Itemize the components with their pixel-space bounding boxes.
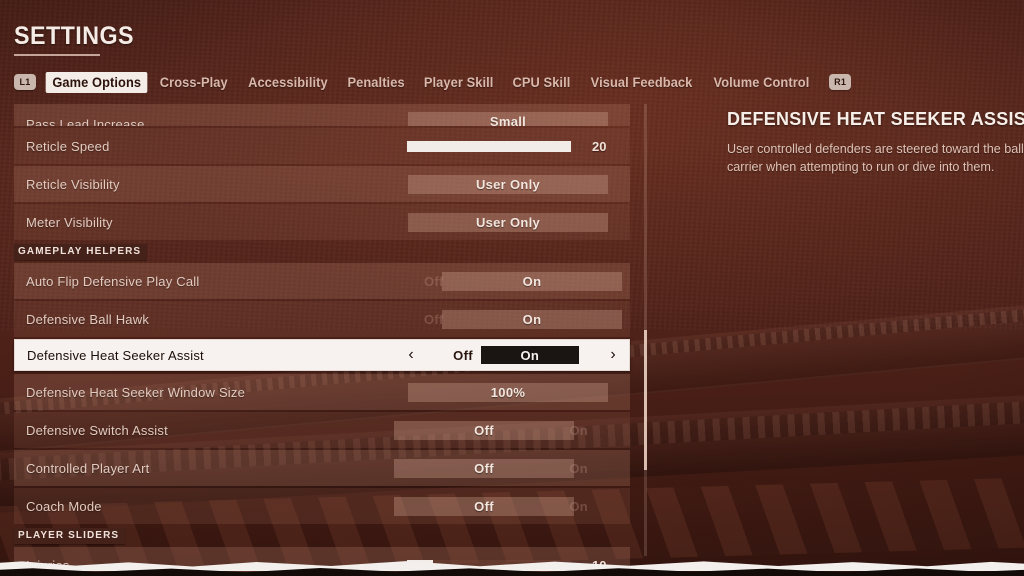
slider-fill (407, 140, 571, 152)
tab-player-skill[interactable]: Player Skill (416, 73, 501, 92)
setting-row-defensive-heat-seeker-window-size[interactable]: Defensive Heat Seeker Window Size 100% (14, 374, 630, 410)
row-label: Coach Mode (26, 498, 102, 514)
section-header-gameplay-helpers: Gameplay Helpers (14, 244, 630, 260)
toggle-value[interactable]: On (442, 271, 622, 291)
setting-row-meter-visibility[interactable]: Meter Visibility User Only (14, 204, 630, 240)
row-label: Pass Lead Increase (26, 117, 145, 126)
section-title: Gameplay Helpers (14, 244, 148, 260)
row-control[interactable]: 20 (407, 139, 622, 154)
row-label: Defensive Heat Seeker Window Size (26, 384, 246, 400)
section-title: Player Sliders (14, 528, 126, 544)
toggle-value[interactable]: On (442, 309, 622, 329)
option-cycler[interactable]: Off On (421, 346, 603, 364)
setting-row-reticle-speed[interactable]: Reticle Speed 20 (14, 128, 630, 164)
row-control[interactable]: Off On (394, 263, 622, 299)
row-control[interactable]: Off On (394, 488, 622, 524)
tab-bar[interactable]: L1 Game Options Cross-Play Accessibility… (14, 71, 852, 93)
ghost-option: On (569, 422, 588, 438)
title-underline (14, 54, 100, 56)
toggle-value[interactable]: Off (394, 458, 574, 478)
row-label: Defensive Ball Hawk (26, 311, 150, 327)
row-label: Defensive Switch Assist (26, 422, 168, 438)
tab-penalties[interactable]: Penalties (340, 73, 412, 92)
tab-cpu-skill[interactable]: CPU Skill (505, 73, 578, 92)
tab-visual-feedback[interactable]: Visual Feedback (583, 73, 700, 92)
option-value[interactable]: User Only (408, 212, 608, 232)
row-label: Auto Flip Defensive Play Call (26, 273, 200, 289)
tab-accessibility[interactable]: Accessibility (241, 73, 336, 92)
row-label: Meter Visibility (26, 214, 113, 230)
row-label: Controlled Player Art (26, 460, 150, 476)
info-panel-title: DEFENSIVE HEAT SEEKER ASSIST (727, 108, 1024, 129)
r1-bumper-icon[interactable]: R1 (829, 74, 852, 90)
row-label: Reticle Visibility (26, 176, 120, 192)
setting-row-auto-flip-defensive-play-call[interactable]: Auto Flip Defensive Play Call Off On (14, 263, 630, 299)
bottom-brush-stroke (0, 550, 1024, 576)
list-scrollbar[interactable] (644, 104, 647, 556)
settings-list[interactable]: Pass Lead Increase Small Reticle Speed 2… (14, 104, 630, 576)
setting-row-defensive-switch-assist[interactable]: Defensive Switch Assist Off On (14, 412, 630, 448)
setting-row-reticle-visibility[interactable]: Reticle Visibility User Only (14, 166, 630, 202)
row-label: Defensive Heat Seeker Assist (27, 347, 204, 363)
ghost-option: On (569, 460, 588, 476)
option-value[interactable]: Small (408, 111, 608, 126)
option-on-selected[interactable]: On (480, 346, 579, 364)
toggle-value[interactable]: Off (394, 420, 574, 440)
brush-stroke-white (0, 561, 1024, 571)
row-control[interactable]: Off On (394, 301, 622, 337)
row-control[interactable]: ‹ Off On › (401, 340, 623, 370)
slider-track[interactable] (407, 140, 571, 152)
tab-volume-control[interactable]: Volume Control (706, 73, 817, 92)
scrollbar-thumb[interactable] (644, 330, 647, 470)
setting-row-coach-mode[interactable]: Coach Mode Off On (14, 488, 630, 524)
row-control[interactable]: 100% (394, 374, 622, 410)
section-header-player-sliders: Player Sliders (14, 528, 630, 544)
info-panel-description: User controlled defenders are steered to… (727, 142, 1024, 174)
row-label: Reticle Speed (26, 138, 110, 154)
page-title: SETTINGS (14, 22, 134, 50)
l1-bumper-icon[interactable]: L1 (14, 74, 36, 90)
row-control[interactable]: Off On (394, 412, 622, 448)
row-control[interactable]: Off On (394, 450, 622, 486)
tab-game-options[interactable]: Game Options (45, 71, 148, 93)
setting-row-controlled-player-art[interactable]: Controlled Player Art Off On (14, 450, 630, 486)
setting-row-defensive-ball-hawk[interactable]: Defensive Ball Hawk Off On (14, 301, 630, 337)
slider-value: 20 (592, 138, 607, 154)
toggle-value[interactable]: Off (394, 496, 574, 516)
ghost-option: On (569, 498, 588, 514)
row-control[interactable]: User Only (394, 204, 622, 240)
chevron-right-icon[interactable]: › (603, 347, 623, 363)
tab-cross-play[interactable]: Cross-Play (153, 73, 236, 92)
option-value[interactable]: User Only (408, 174, 608, 194)
option-off[interactable]: Off (445, 348, 481, 363)
info-panel: DEFENSIVE HEAT SEEKER ASSIST User contro… (727, 108, 1024, 176)
header: SETTINGS (14, 22, 143, 56)
ghost-option: Off (424, 273, 444, 289)
ghost-option: Off (424, 311, 444, 327)
setting-row-pass-lead-increase[interactable]: Pass Lead Increase Small (14, 104, 630, 126)
row-control[interactable]: Small (394, 104, 622, 126)
game-settings-screen: SETTINGS L1 Game Options Cross-Play Acce… (0, 0, 1024, 576)
setting-row-defensive-heat-seeker-assist-selected[interactable]: Defensive Heat Seeker Assist ‹ Off On › (14, 339, 630, 371)
row-control[interactable]: User Only (394, 166, 622, 202)
option-value[interactable]: 100% (408, 382, 608, 402)
chevron-left-icon[interactable]: ‹ (401, 347, 421, 363)
